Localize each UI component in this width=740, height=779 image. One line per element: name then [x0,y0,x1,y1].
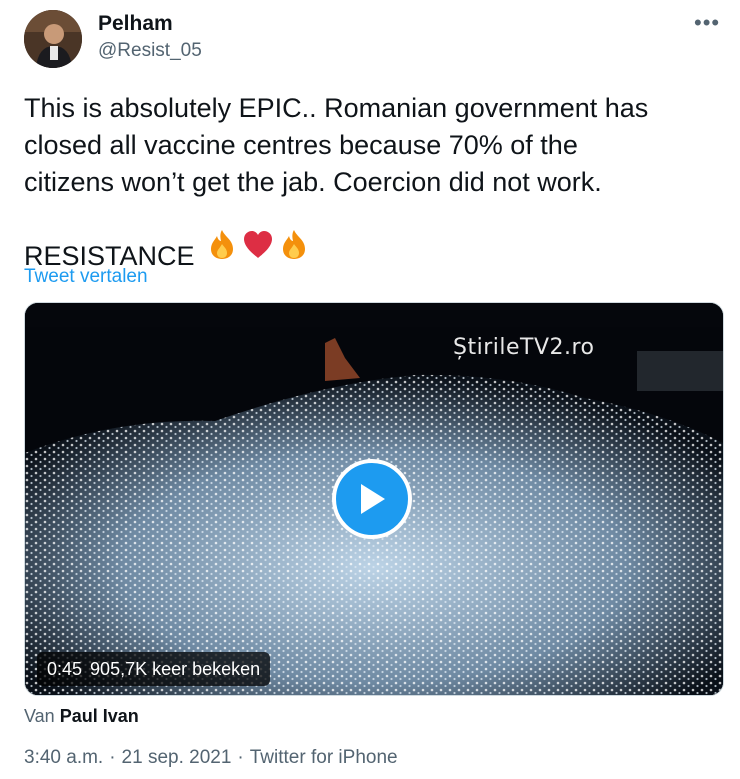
source-prefix: Van [24,706,55,726]
video-duration: 0:45 [47,658,83,679]
tweet-client[interactable]: Twitter for iPhone [250,747,398,769]
video-watermark: ȘtirileTV2.ro [453,335,595,360]
fire-icon [283,230,305,259]
video-player[interactable]: ȘtirileTV2.ro 0:45 905,7K keer bekeken [24,302,724,696]
play-button[interactable] [332,459,412,539]
tweet-date[interactable]: 21 sep. 2021 [122,747,232,769]
source-author-link[interactable]: Paul Ivan [60,706,139,726]
emoji-row [205,228,311,260]
author-handle[interactable]: @Resist_05 [98,40,202,62]
more-options-icon[interactable]: ••• [694,10,720,36]
avatar[interactable] [24,10,82,68]
tweet-text: This is absolutely EPIC.. Romanian gover… [24,93,649,271]
video-info-badge: 0:45 905,7K keer bekeken [37,652,271,686]
fire-icon [211,230,233,259]
tweet-meta: 3:40 a.m. · 21 sep. 2021 · Twitter for i… [24,747,398,769]
avatar-image [24,10,82,68]
meta-separator: · [237,747,244,768]
heart-icon [244,231,272,258]
meta-separator: · [109,747,116,768]
tweet-time[interactable]: 3:40 a.m. [24,747,103,769]
play-icon [361,484,385,514]
video-source: Van Paul Ivan [24,706,139,727]
translate-link[interactable]: Tweet vertalen [24,266,148,288]
author-name[interactable]: Pelham [98,12,173,36]
view-count: 905,7K keer bekeken [90,658,261,679]
